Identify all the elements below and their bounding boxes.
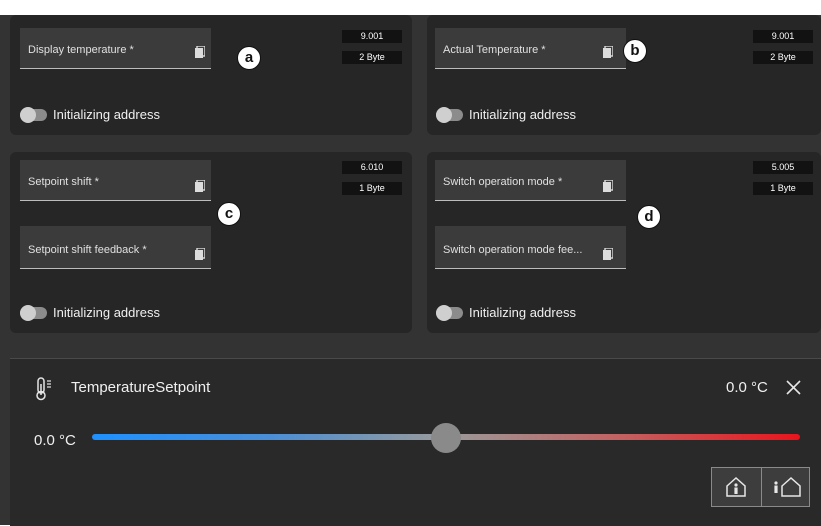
document-icon[interactable] [603, 180, 613, 192]
field-label: Setpoint shift * [28, 176, 99, 188]
field-switch-operation-mode[interactable]: Switch operation mode * [435, 160, 626, 201]
marker-a: a [237, 46, 261, 70]
field-setpoint-shift[interactable]: Setpoint shift * [20, 160, 211, 201]
field-switch-operation-mode-feedback[interactable]: Switch operation mode fee... [435, 226, 626, 269]
initializing-address-toggle[interactable] [20, 305, 47, 321]
mode-standby-button[interactable] [761, 468, 811, 506]
dpt-size: 2 Byte [342, 51, 402, 64]
temperature-setpoint-panel: TemperatureSetpoint 0.0 °C 0.0 °C [10, 358, 821, 526]
document-icon[interactable] [195, 248, 205, 260]
marker-b: b [623, 39, 647, 63]
person-in-house-icon [726, 476, 746, 497]
dpt-number: 9.001 [753, 30, 813, 43]
dpt-size: 1 Byte [753, 182, 813, 195]
close-icon[interactable] [786, 380, 801, 395]
current-value: 0.0 °C [726, 379, 768, 396]
toggle-knob [20, 107, 36, 123]
toggle-label: Initializing address [469, 107, 576, 122]
toggle-label: Initializing address [469, 305, 576, 320]
field-label: Switch operation mode * [443, 176, 563, 188]
app-window: Display temperature * a 9.001 2 Byte Ini… [0, 15, 821, 526]
toggle-knob [436, 305, 452, 321]
mode-button-group [711, 467, 810, 507]
initializing-address-toggle[interactable] [436, 305, 463, 321]
person-leaving-house-icon [774, 476, 801, 497]
card-display-temperature: Display temperature * a 9.001 2 Byte Ini… [10, 15, 412, 135]
toggle-knob [436, 107, 452, 123]
field-setpoint-shift-feedback[interactable]: Setpoint shift feedback * [20, 226, 211, 269]
initializing-address-toggle[interactable] [20, 107, 47, 123]
dpt-size: 2 Byte [753, 51, 813, 64]
document-icon[interactable] [603, 46, 613, 58]
document-icon[interactable] [195, 180, 205, 192]
toggle-label: Initializing address [53, 305, 160, 320]
field-actual-temperature[interactable]: Actual Temperature * [435, 28, 626, 69]
toggle-knob [20, 305, 36, 321]
dpt-number: 6.010 [342, 161, 402, 174]
initializing-address-toggle[interactable] [436, 107, 463, 123]
marker-d: d [637, 205, 661, 229]
dpt-number: 9.001 [342, 30, 402, 43]
card-switch-operation-mode: Switch operation mode * Switch operation… [427, 152, 821, 333]
mode-comfort-button[interactable] [712, 468, 761, 506]
panel-title: TemperatureSetpoint [71, 379, 211, 396]
dpt-number: 5.005 [753, 161, 813, 174]
field-label: Switch operation mode fee... [443, 244, 583, 256]
dpt-size: 1 Byte [342, 182, 402, 195]
thermometer-icon [36, 377, 51, 401]
marker-c: c [217, 202, 241, 226]
document-icon[interactable] [195, 46, 205, 58]
slider-min-label: 0.0 °C [34, 432, 76, 449]
card-setpoint-shift: Setpoint shift * Setpoint shift feedback… [10, 152, 412, 333]
field-label: Display temperature * [28, 44, 134, 56]
field-display-temperature[interactable]: Display temperature * [20, 28, 211, 69]
document-icon[interactable] [603, 248, 613, 260]
field-label: Setpoint shift feedback * [28, 244, 147, 256]
temperature-slider-thumb[interactable] [431, 423, 461, 453]
card-actual-temperature: Actual Temperature * b 9.001 2 Byte Init… [427, 15, 821, 135]
field-label: Actual Temperature * [443, 44, 546, 56]
toggle-label: Initializing address [53, 107, 160, 122]
